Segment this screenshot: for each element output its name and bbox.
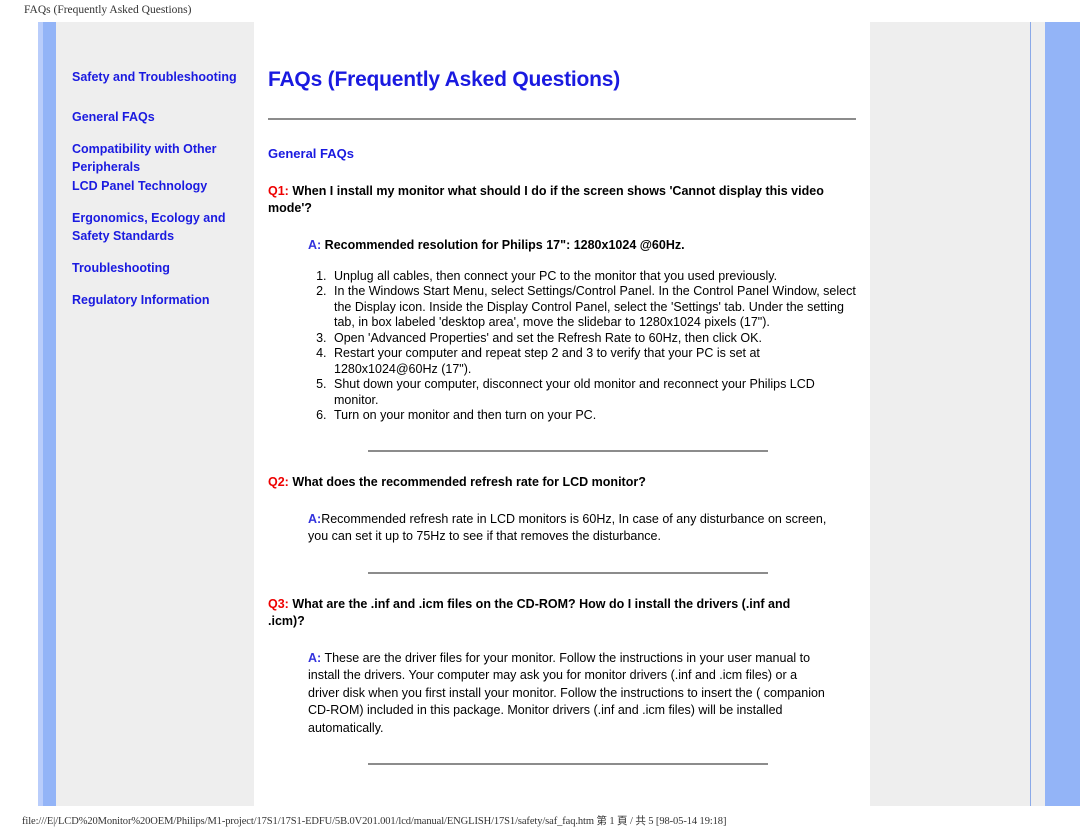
faq-answer-label-q2: A:	[308, 511, 322, 526]
right-panel	[870, 22, 1080, 806]
sidebar-item-troubleshooting[interactable]: Troubleshooting	[72, 259, 248, 277]
list-item: Open 'Advanced Properties' and set the R…	[330, 331, 860, 347]
faq-item-q1: Q1: When I install my monitor what shoul…	[268, 161, 860, 424]
faq-question-q3: Q3: What are the .inf and .icm files on …	[268, 596, 828, 630]
list-item: Restart your computer and repeat step 2 …	[330, 346, 860, 377]
faq-question-text-q1: When I install my monitor what should I …	[268, 184, 824, 215]
faq-answer-label-q1: A:	[308, 238, 322, 252]
faq-answer-q3: A: These are the driver files for your m…	[308, 650, 828, 738]
faq-question-q2: Q2: What does the recommended refresh ra…	[268, 474, 828, 491]
sidebar-item-regulatory-information[interactable]: Regulatory Information	[72, 291, 248, 309]
list-item: Shut down your computer, disconnect your…	[330, 377, 860, 408]
document-page: Safety and Troubleshooting General FAQs …	[0, 22, 1080, 806]
sidebar-item-ergonomics-ecology-and-safety-standards[interactable]: Ergonomics, Ecology and Safety Standards	[72, 209, 248, 245]
faq-separator-3	[368, 763, 768, 765]
faq-steps-q1: Unplug all cables, then connect your PC …	[268, 269, 860, 424]
print-footer-url: file:///E|/LCD%20Monitor%20OEM/Philips/M…	[22, 816, 727, 827]
sidebar-accent-bar	[38, 22, 56, 806]
list-item: Unplug all cables, then connect your PC …	[330, 269, 860, 285]
right-panel-divider	[1030, 22, 1031, 806]
faq-question-label-q1: Q1:	[268, 184, 289, 198]
faq-question-text-q2: What does the recommended refresh rate f…	[288, 474, 646, 489]
faq-question-label-q2: Q2:	[268, 474, 289, 489]
faq-answer-text-q1: Recommended resolution for Philips 17": …	[321, 238, 685, 252]
sidebar-item-general-faqs[interactable]: General FAQs	[72, 108, 248, 126]
faq-question-q1: Q1: When I install my monitor what shoul…	[268, 183, 828, 217]
sidebar-item-safety-and-troubleshooting[interactable]: Safety and Troubleshooting	[72, 68, 248, 86]
faq-item-q2: Q2: What does the recommended refresh ra…	[268, 452, 860, 546]
faq-question-text-q3: What are the .inf and .icm files on the …	[268, 596, 791, 628]
sidebar-item-compatibility-with-other-peripherals[interactable]: Compatibility with Other Peripherals	[72, 140, 248, 176]
faq-item-q3: Q3: What are the .inf and .icm files on …	[268, 574, 860, 738]
sidebar-item-lcd-panel-technology[interactable]: LCD Panel Technology	[72, 177, 248, 195]
print-header-title: FAQs (Frequently Asked Questions)	[24, 4, 192, 16]
faq-answer-q2: A:Recommended refresh rate in LCD monito…	[308, 511, 828, 546]
faq-answer-text-q2: Recommended refresh rate in LCD monitors…	[308, 511, 827, 544]
sidebar-nav: Safety and Troubleshooting General FAQs …	[72, 68, 248, 323]
list-item: In the Windows Start Menu, select Settin…	[330, 284, 860, 331]
faq-answer-text-q3: These are the driver files for your moni…	[308, 650, 825, 735]
page-title: FAQs (Frequently Asked Questions)	[268, 68, 621, 91]
right-accent-bar	[1045, 22, 1080, 806]
sidebar-panel: Safety and Troubleshooting General FAQs …	[38, 22, 254, 806]
faq-answer-label-q3: A:	[308, 650, 322, 665]
list-item: Turn on your monitor and then turn on yo…	[330, 408, 860, 424]
faq-question-label-q3: Q3:	[268, 596, 289, 611]
main-content-column: FAQs (Frequently Asked Questions) Genera…	[254, 22, 870, 806]
section-title-general-faqs: General FAQs	[268, 146, 354, 161]
faq-answer-q1: A: Recommended resolution for Philips 17…	[308, 237, 828, 255]
